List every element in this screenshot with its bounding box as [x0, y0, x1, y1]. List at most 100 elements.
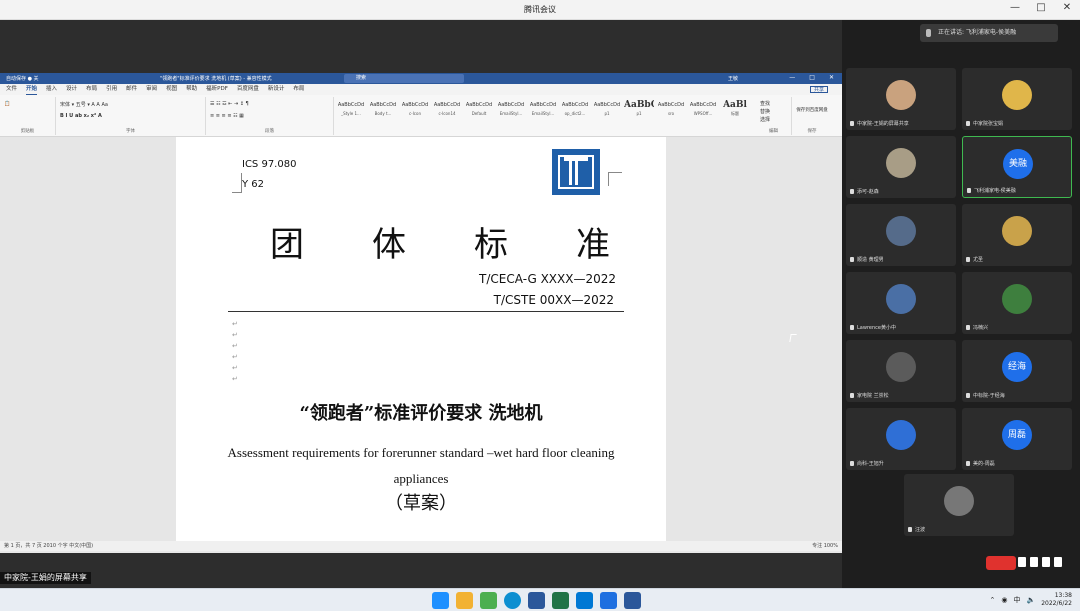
menu-foxit-pdf[interactable]: 福昕PDF	[206, 84, 228, 95]
ime-tool-icon[interactable]	[1018, 557, 1026, 567]
menu-insert[interactable]: 插入	[46, 84, 57, 95]
document-page[interactable]: ICS 97.080 Y 62 团 体 标 准 T/CECA-G XXXX—20…	[176, 137, 666, 541]
meeting-title-bar: 腾讯会议 — □ ✕	[0, 0, 1080, 20]
main-title-char: 准	[576, 225, 610, 265]
paste-button[interactable]: 📋	[4, 101, 10, 107]
notes-icon[interactable]	[600, 592, 617, 609]
participant-tile[interactable]: 添可-赵森	[846, 136, 956, 198]
style-item[interactable]: AaBbCcDd c-Icon	[400, 99, 430, 123]
participant-tile[interactable]: 家电院 兰崇松	[846, 340, 956, 402]
menu-references[interactable]: 引用	[106, 84, 117, 95]
menu-home[interactable]: 开始	[26, 84, 38, 95]
find-button[interactable]: 查找	[760, 100, 770, 107]
save-baidu-button[interactable]: 保存到百度网盘	[796, 107, 828, 113]
menu-file[interactable]: 文件	[6, 84, 17, 95]
word-icon[interactable]	[624, 592, 641, 609]
sogou-ime-icon[interactable]	[986, 556, 1016, 570]
style-item[interactable]: AaBbCcDd op_dict2...	[560, 99, 590, 123]
participant-tile[interactable]: 尤圣	[962, 204, 1072, 266]
style-item[interactable]: AaBbCcDd sro	[656, 99, 686, 123]
menu-view[interactable]: 视图	[166, 84, 177, 95]
menu-design[interactable]: 设计	[66, 84, 77, 95]
word-user[interactable]: 王敏	[728, 75, 738, 82]
style-item[interactable]: AaBbCcDd WPSOff...	[688, 99, 718, 123]
menu-layout-2[interactable]: 布局	[293, 84, 304, 95]
style-sample: AaBbCcDd	[561, 102, 589, 108]
menu-review[interactable]: 审阅	[146, 84, 157, 95]
menu-mailings[interactable]: 邮件	[126, 84, 137, 95]
font-name-select[interactable]: 宋体	[60, 102, 70, 108]
word-title-bar: 自动保存 ● 关 "领跑者"标准评价要求 洗地机 (草案) - 兼容性模式 搜索…	[0, 73, 842, 84]
word-close-button[interactable]: ✕	[829, 74, 834, 81]
style-item[interactable]: AaBbCcDd Default	[464, 99, 494, 123]
participant-tile[interactable]: 冯楠兴	[962, 272, 1072, 334]
tencent-meeting-icon[interactable]	[576, 592, 593, 609]
store-icon[interactable]	[528, 592, 545, 609]
participant-tile[interactable]: 周磊 美的-周磊	[962, 408, 1072, 470]
align-buttons[interactable]: ≡ ≡ ≡ ≡ ☷ ▦	[210, 113, 244, 119]
menu-new-design[interactable]: 新设计	[268, 84, 285, 95]
maximize-button[interactable]: □	[1034, 2, 1048, 13]
excel-icon[interactable]	[552, 592, 569, 609]
font-controls[interactable]: 宋体 ▾ 五号 ▾ A A Aa	[60, 101, 108, 108]
style-item[interactable]: AaBbCcDd _Style 1...	[336, 99, 366, 123]
participant-tile[interactable]: Lawrence黄小中	[846, 272, 956, 334]
avatar	[944, 486, 974, 516]
word-search-box[interactable]: 搜索	[344, 74, 464, 83]
list-buttons[interactable]: ☰ ☷ ☲ ⇤ ⇥ ↕ ¶	[210, 101, 249, 107]
participant-tile[interactable]: 汪波	[904, 474, 1014, 536]
font-size-select[interactable]: 五号	[76, 102, 86, 108]
avatar	[886, 420, 916, 450]
style-name: EmailStyl...	[531, 111, 555, 116]
participant-tile[interactable]: 尚科-王旭升	[846, 408, 956, 470]
ime-toolbar	[1018, 557, 1062, 567]
minimize-button[interactable]: —	[1008, 2, 1022, 13]
shared-screen-top	[0, 20, 842, 72]
style-item[interactable]: AaBbCcDd p1	[592, 99, 622, 123]
word-share-button[interactable]: 共享	[809, 86, 828, 93]
style-item[interactable]: AaBbCcDd EmailStyl...	[496, 99, 526, 123]
menu-layout[interactable]: 布局	[86, 84, 97, 95]
start-icon[interactable]	[432, 592, 449, 609]
edge-icon[interactable]	[504, 592, 521, 609]
ime-indicator[interactable]: 中	[1014, 595, 1021, 605]
style-item[interactable]: AaBbCcDd Body t...	[368, 99, 398, 123]
ribbon-edit: 查找 替换 选择 编辑	[756, 97, 792, 135]
style-item[interactable]: AaBl 标题	[720, 99, 750, 123]
style-item[interactable]: AaBbCcDd c-Icon14	[432, 99, 462, 123]
participant-name: 美的-周磊	[966, 460, 995, 467]
network-icon[interactable]: ◉	[1001, 596, 1007, 604]
file-explorer-icon[interactable]	[456, 592, 473, 609]
standard-logo-icon	[552, 149, 600, 195]
volume-icon[interactable]: 🔈	[1027, 596, 1036, 604]
select-button[interactable]: 选择	[760, 116, 770, 123]
style-item[interactable]: AaBbCcp1	[624, 99, 654, 123]
status-left: 第 1 页，共 7 页 2010 个字 中文(中国)	[4, 543, 94, 549]
participant-tile[interactable]: 中家院张宝娟	[962, 68, 1072, 130]
ime-tool-icon[interactable]	[1054, 557, 1062, 567]
chevron-up-icon[interactable]: ⌃	[990, 596, 996, 604]
word-window-controls: — □ ✕	[789, 74, 834, 81]
participant-tile[interactable]: 中家院-王娟的屏幕共享	[846, 68, 956, 130]
replace-button[interactable]: 替换	[760, 108, 770, 115]
ime-tool-icon[interactable]	[1042, 557, 1050, 567]
style-name: Default	[471, 111, 487, 116]
participant-tile[interactable]: 美融 飞利浦家电-侯美融	[962, 136, 1072, 198]
document-area: ICS 97.080 Y 62 团 体 标 准 T/CECA-G XXXX—20…	[0, 137, 842, 541]
menu-help[interactable]: 帮助	[186, 84, 197, 95]
autosave-toggle[interactable]: 自动保存 ● 关	[6, 75, 39, 82]
word-ribbon: 📋 剪贴板 宋体 ▾ 五号 ▾ A A Aa B I U ab x₂ x² A …	[0, 95, 842, 137]
participant-tile[interactable]: 顺造 黄理男	[846, 204, 956, 266]
ime-tool-icon[interactable]	[1030, 557, 1038, 567]
participant-tile[interactable]: 经海 中标院-于经海	[962, 340, 1072, 402]
style-item[interactable]: AaBbCcDd EmailStyl...	[528, 99, 558, 123]
word-minimize-button[interactable]: —	[789, 74, 795, 81]
word-restore-button[interactable]: □	[809, 74, 815, 81]
clock[interactable]: 13:38 2022/6/22	[1041, 592, 1072, 608]
app-icon[interactable]	[480, 592, 497, 609]
menu-baidu-netdisk[interactable]: 百度网盘	[237, 84, 259, 95]
style-sample: AaBbCcDd	[593, 102, 621, 108]
windows-taskbar: ⌃ ◉ 中 🔈 13:38 2022/6/22	[0, 588, 1080, 611]
close-button[interactable]: ✕	[1060, 2, 1074, 13]
font-format-buttons[interactable]: B I U ab x₂ x² A	[60, 113, 102, 119]
